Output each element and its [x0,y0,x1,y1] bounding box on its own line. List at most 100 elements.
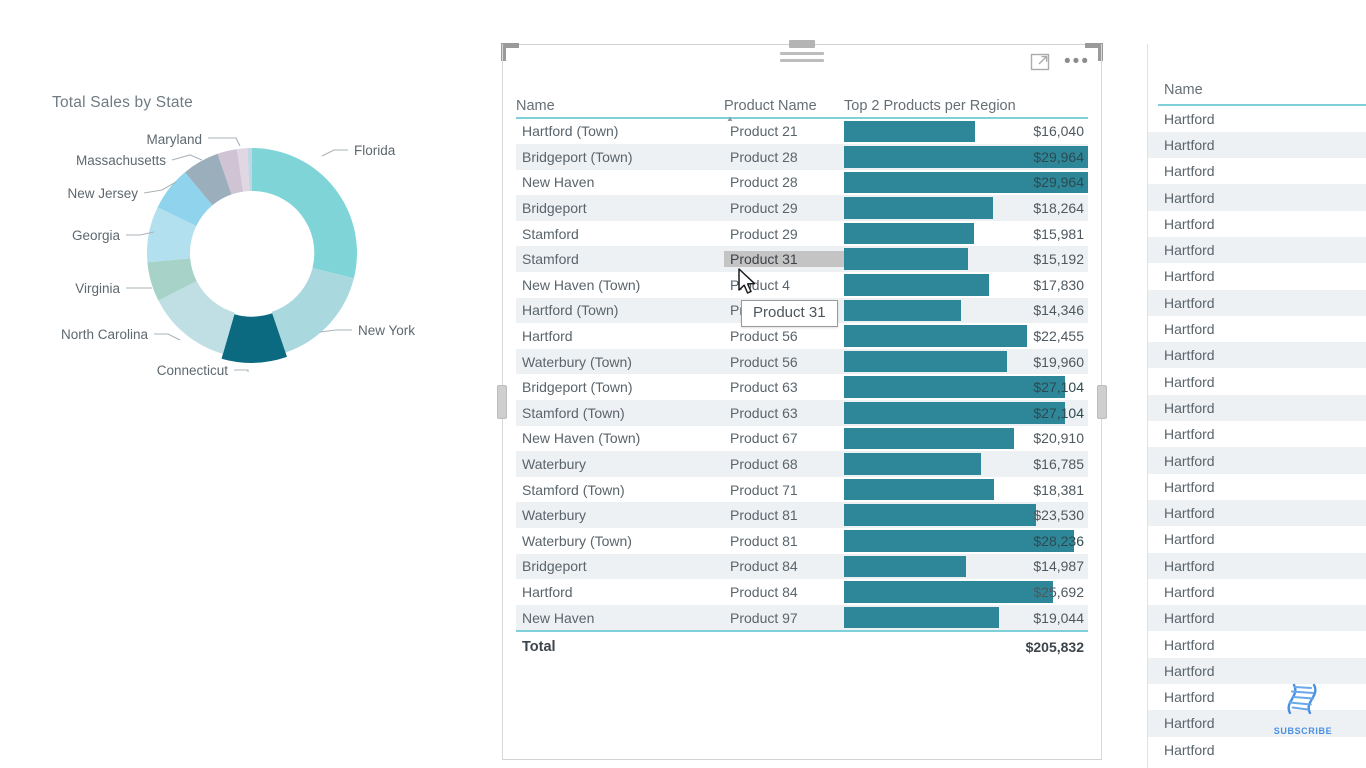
cell-measure-bar[interactable]: $25,692 [844,579,1088,605]
table-visual[interactable]: ••• Name Product Name ▲ Top 2 Products p… [497,40,1107,760]
cell-product-name[interactable]: Product 63 [724,405,844,421]
right-table-row[interactable]: Hartford [1148,474,1366,500]
cell-product-name[interactable]: Product 21 [724,123,844,139]
cell-product-name[interactable]: Product 56 [724,328,844,344]
right-table-row[interactable]: Hartford [1148,737,1366,763]
right-table-row[interactable]: Hartford [1148,605,1366,632]
table-grid[interactable]: Name Product Name ▲ Top 2 Products per R… [516,80,1088,662]
column-header-product[interactable]: Product Name ▲ [724,98,844,123]
resize-handle-right[interactable] [1097,385,1107,419]
right-table-row[interactable]: Hartford [1148,106,1366,132]
cell-measure-bar[interactable]: $16,040 [844,119,1088,145]
cell-product-name[interactable]: Product 97 [724,610,844,626]
cell-name[interactable]: New Haven [516,610,724,626]
cell-name[interactable]: New Haven (Town) [516,277,724,293]
right-table-row[interactable]: Hartford [1148,289,1366,316]
right-table-row[interactable]: Hartford [1148,263,1366,289]
drag-handle-icon[interactable] [780,40,824,66]
table-row[interactable]: Waterbury (Town) Product 81 $28,236 [516,528,1088,554]
table-row[interactable]: Hartford Product 56 $22,455 [516,323,1088,349]
column-header-measure[interactable]: Top 2 Products per Region [844,98,1088,114]
table-row[interactable]: Stamford (Town) Product 71 $18,381 [516,477,1088,503]
table-row[interactable]: New Haven (Town) Product 4 $17,830 [516,272,1088,298]
cell-name[interactable]: Waterbury (Town) [516,533,724,549]
right-table-row[interactable]: Hartford [1148,499,1366,527]
table-row[interactable]: Stamford (Town) Product 63 $27,104 [516,400,1088,426]
table-row[interactable]: Stamford Product 29 $15,981 [516,221,1088,247]
table-row[interactable]: New Haven Product 28 $29,964 [516,170,1088,196]
cell-name[interactable]: Stamford [516,251,724,267]
cell-measure-bar[interactable]: $28,236 [844,528,1088,554]
cell-product-name[interactable]: Product 56 [724,354,844,370]
resize-corner-top-left[interactable] [501,43,519,61]
cell-measure-bar[interactable]: $29,964 [844,170,1088,196]
right-table-row[interactable]: Hartford [1148,158,1366,184]
donut-chart-visual[interactable]: Total Sales by State Florida New York Co… [0,60,470,400]
cell-measure-bar[interactable]: $19,044 [844,605,1088,631]
cell-product-name[interactable]: Product 31 [724,251,844,268]
cell-name[interactable]: Bridgeport [516,558,724,574]
cell-measure-bar[interactable]: $22,455 [844,323,1088,349]
donut-slice-florida[interactable] [252,148,357,279]
table-row[interactable]: Waterbury Product 81 $23,530 [516,502,1088,528]
cell-product-name[interactable]: Product 28 [724,174,844,190]
cell-measure-bar[interactable]: $20,910 [844,426,1088,452]
cell-measure-bar[interactable]: $15,981 [844,221,1088,247]
cell-product-name[interactable]: Product 29 [724,200,844,216]
table-row[interactable]: New Haven Product 97 $19,044 [516,604,1088,631]
table-row[interactable]: Hartford (Town) Product 21 $16,040 [516,119,1088,145]
cell-measure-bar[interactable]: $14,987 [844,554,1088,580]
cell-name[interactable]: Hartford [516,584,724,600]
column-header-name[interactable]: Name [516,98,724,114]
resize-handle-left[interactable] [497,385,507,419]
right-table-body[interactable]: Hartford Hartford Hartford Hartford Hartford… [1148,106,1366,763]
cell-measure-bar[interactable]: $18,264 [844,195,1088,221]
cell-measure-bar[interactable]: $16,785 [844,451,1088,477]
table-body[interactable]: Hartford (Town) Product 21 $16,040 Bridgepo… [516,119,1088,631]
cell-name[interactable]: New Haven [516,174,724,190]
right-table-row[interactable]: Hartford [1148,421,1366,447]
right-table-row[interactable]: Hartford [1148,211,1366,237]
cell-name[interactable]: Bridgeport (Town) [516,149,724,165]
right-table-row[interactable]: Hartford [1148,131,1366,159]
right-table-row[interactable]: Hartford [1148,631,1366,657]
table-row[interactable]: Stamford Product 31 $15,192 [516,246,1088,273]
table-row[interactable]: Bridgeport Product 29 $18,264 [516,195,1088,221]
right-table-row[interactable]: Hartford [1148,526,1366,552]
right-column-header-name[interactable]: Name [1148,60,1366,104]
cell-name[interactable]: Hartford (Town) [516,302,724,318]
cell-name[interactable]: New Haven (Town) [516,430,724,446]
cell-measure-bar[interactable]: $23,530 [844,502,1088,528]
cell-measure-bar[interactable]: $15,192 [844,246,1088,272]
focus-mode-icon[interactable] [1030,52,1050,72]
cell-product-name[interactable]: Product 28 [724,149,844,165]
cell-name[interactable]: Waterbury [516,507,724,523]
cell-product-name[interactable]: Product 63 [724,379,844,395]
cell-name[interactable]: Stamford (Town) [516,482,724,498]
subscribe-watermark[interactable]: SUBSCRIBE [1268,678,1338,736]
table-row[interactable]: Waterbury Product 68 $16,785 [516,451,1088,477]
table-row[interactable]: Bridgeport (Town) Product 63 $27,104 [516,374,1088,400]
cell-name[interactable]: Hartford (Town) [516,123,724,139]
cell-product-name[interactable]: Product 81 [724,507,844,523]
donut-slice-new-york[interactable] [271,268,354,353]
right-table-row[interactable]: Hartford [1148,342,1366,369]
cell-product-name[interactable]: Product 84 [724,558,844,574]
table-row[interactable]: Bridgeport Product 84 $14,987 [516,553,1088,580]
cell-product-name[interactable]: Product 29 [724,226,844,242]
donut-chart-svg[interactable]: Florida New York Connecticut North Carol… [0,60,470,400]
right-table-visual[interactable]: Name Hartford Hartford Hartford Hartford Har… [1148,60,1366,768]
right-table-row[interactable]: Hartford [1148,394,1366,422]
cell-name[interactable]: Bridgeport (Town) [516,379,724,395]
cell-measure-bar[interactable]: $14,346 [844,298,1088,324]
cell-name[interactable]: Waterbury [516,456,724,472]
cell-name[interactable]: Stamford [516,226,724,242]
right-table-row[interactable]: Hartford [1148,447,1366,474]
cell-product-name[interactable]: Product 81 [724,533,844,549]
right-table-row[interactable]: Hartford [1148,236,1366,264]
cell-measure-bar[interactable]: $27,104 [844,374,1088,400]
table-row[interactable]: Bridgeport (Town) Product 28 $29,964 [516,144,1088,170]
cell-product-name[interactable]: Product 84 [724,584,844,600]
cell-measure-bar[interactable]: $29,964 [844,144,1088,170]
cell-name[interactable]: Waterbury (Town) [516,354,724,370]
